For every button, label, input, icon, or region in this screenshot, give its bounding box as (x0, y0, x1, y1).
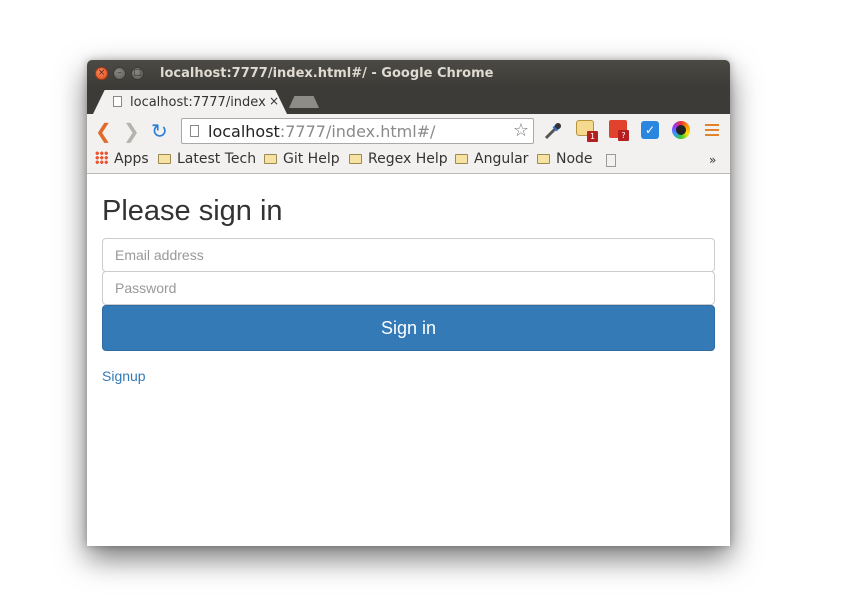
folder-icon (264, 154, 277, 164)
bookmark-apps[interactable]: Apps (95, 151, 149, 167)
bookmarks-bar: Apps Latest Tech Git Help Regex Help Ang… (87, 148, 730, 174)
password-field[interactable] (102, 271, 715, 305)
window-maximize-button[interactable]: □ (131, 67, 144, 80)
tab-close-icon[interactable]: × (269, 94, 279, 108)
bookmark-label: Git Help (283, 151, 340, 167)
page-content: Please sign in Sign in Signup (87, 174, 730, 546)
bookmark-label: Regex Help (368, 151, 448, 167)
url-path: :7777/index.html#/ (279, 122, 436, 141)
note-badge: 1 (587, 131, 598, 142)
bookmarks-overflow-icon[interactable]: » (709, 153, 716, 167)
todo-badge: ? (618, 130, 629, 141)
folder-icon (537, 154, 550, 164)
signup-link[interactable]: Signup (102, 368, 146, 384)
browser-window: × – □ localhost:7777/index.html#/ - Goog… (87, 60, 730, 546)
new-tab-button[interactable] (289, 96, 319, 108)
page-icon (113, 96, 122, 107)
email-field[interactable] (102, 238, 715, 272)
tab-strip: localhost:7777/index.html#/ × (87, 88, 730, 114)
reload-icon[interactable]: ↻ (151, 121, 168, 141)
window-minimize-button[interactable]: – (113, 67, 126, 80)
bookmark-regex-help[interactable]: Regex Help (349, 151, 448, 167)
check-extension-icon[interactable]: ✓ (641, 121, 659, 139)
bookmark-label: Apps (114, 151, 149, 167)
back-icon[interactable]: ❮ (95, 121, 112, 141)
sign-in-button[interactable]: Sign in (102, 305, 715, 351)
todo-extension-icon[interactable]: ? (609, 120, 629, 141)
page-title: Please sign in (102, 195, 283, 227)
note-extension-icon[interactable]: 1 (576, 120, 598, 142)
address-bar[interactable]: localhost:7777/index.html#/ ☆ (181, 118, 534, 144)
window-title: localhost:7777/index.html#/ - Google Chr… (160, 66, 494, 81)
menu-icon[interactable] (705, 124, 719, 139)
bookmark-star-icon[interactable]: ☆ (513, 120, 529, 141)
bookmark-latest-tech[interactable]: Latest Tech (158, 151, 256, 167)
url-text[interactable]: localhost:7777/index.html#/ (208, 122, 435, 141)
bookmark-label: Angular (474, 151, 529, 167)
bookmark-angular[interactable]: Angular (455, 151, 528, 167)
browser-toolbar: ❮ ❯ ↻ localhost:7777/index.html#/ ☆ 1 ? … (87, 114, 730, 148)
apps-grid-icon (95, 151, 108, 164)
folder-icon (158, 154, 171, 164)
page-icon (190, 125, 199, 137)
bookmark-git-help[interactable]: Git Help (264, 151, 340, 167)
tab-title: localhost:7777/index.html#/ (130, 95, 266, 110)
bookmark-label: Latest Tech (177, 151, 257, 167)
title-bar: × – □ localhost:7777/index.html#/ - Goog… (87, 60, 730, 88)
eyedropper-extension-icon[interactable] (543, 121, 563, 141)
forward-icon[interactable]: ❯ (123, 121, 140, 141)
folder-icon (349, 154, 362, 164)
tab-active[interactable]: localhost:7777/index.html#/ × (93, 90, 287, 114)
bookmark-node[interactable]: Node (537, 151, 593, 167)
bookmark-page-icon[interactable] (606, 154, 616, 167)
color-wheel-extension-icon[interactable] (672, 121, 690, 139)
bookmark-label: Node (556, 151, 593, 167)
window-close-button[interactable]: × (95, 67, 108, 80)
url-host: localhost (208, 122, 280, 141)
folder-icon (455, 154, 468, 164)
